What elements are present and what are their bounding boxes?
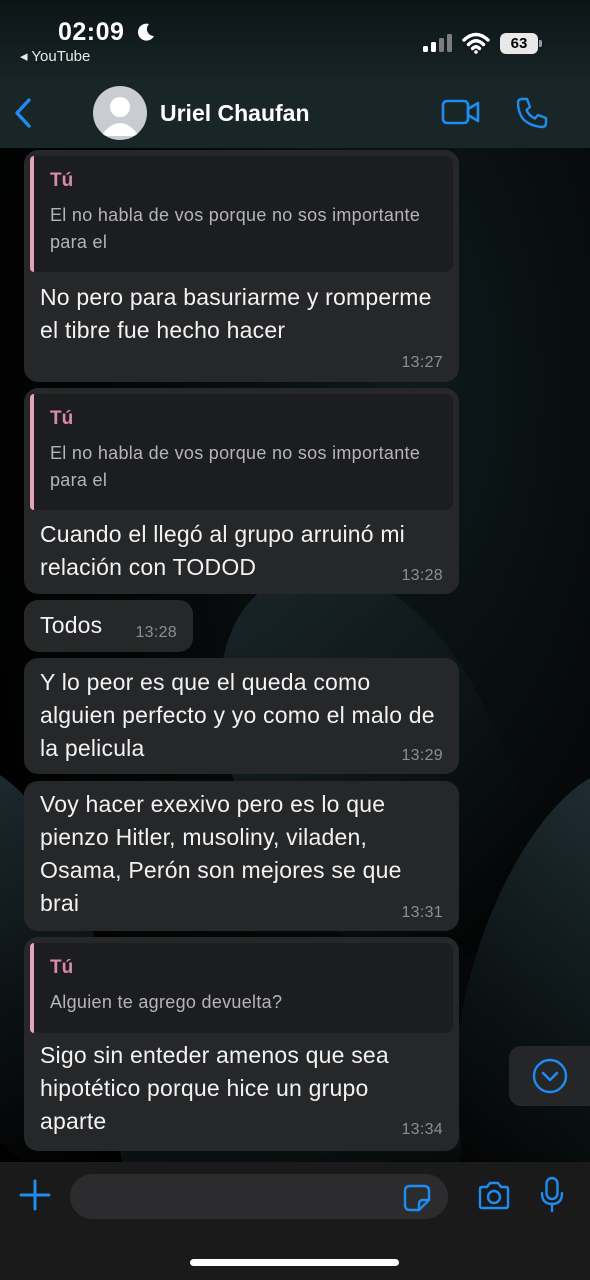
message-time: 13:28 [135,624,177,641]
person-silhouette-icon [101,97,139,136]
microphone-icon[interactable] [539,1176,565,1214]
message-bubble[interactable]: Tú Alguien te agrego devuelta? Sigo sin … [24,937,459,1151]
message-bubble[interactable]: Tú El no habla de vos porque no sos impo… [24,150,459,382]
quoted-text: Alguien te agrego devuelta? [50,992,283,1012]
status-bar: 02:09 ◂ YouTube 63 [0,0,590,80]
chevron-down-circle-icon [532,1058,568,1094]
message-text: Voy hacer exexivo pero es lo que pienzo … [40,791,402,916]
camera-icon[interactable] [476,1180,512,1212]
moon-icon [137,23,154,41]
quoted-reply[interactable]: Tú Alguien te agrego devuelta? [30,943,453,1033]
quoted-author: Tú [50,408,74,429]
message-time: 13:34 [401,1121,443,1138]
contact-avatar[interactable] [93,86,147,140]
message-time: 13:29 [401,747,443,764]
message-text: Sigo sin enteder amenos que sea hipotéti… [40,1042,389,1134]
sticker-icon[interactable] [402,1183,432,1213]
message-bubble[interactable]: Todos 13:28 [24,600,193,652]
quoted-text: El no habla de vos porque no sos importa… [50,205,421,252]
message-text: No pero para basuriarme y romperme el ti… [40,284,432,343]
message-text: Todos [40,612,103,638]
quoted-author: Tú [50,957,74,978]
battery-indicator: 63 [500,33,542,54]
message-text: Y lo peor es que el queda como alguien p… [40,669,435,761]
quoted-reply[interactable]: Tú El no habla de vos porque no sos impo… [30,156,453,272]
quoted-author: Tú [50,170,74,191]
message-time: 13:27 [401,354,443,371]
back-to-app-link[interactable]: ◂ YouTube [20,47,90,65]
wifi-icon [462,32,490,54]
message-text: Cuando el llegó al grupo arruinó mi rela… [40,521,405,580]
video-camera-icon[interactable] [441,98,481,126]
quoted-reply[interactable]: Tú El no habla de vos porque no sos impo… [30,394,453,510]
scroll-to-bottom-button[interactable] [509,1046,590,1106]
phone-icon[interactable] [515,96,549,130]
message-input[interactable] [70,1174,448,1219]
back-chevron-icon[interactable] [10,94,38,132]
message-bubble[interactable]: Voy hacer exexivo pero es lo que pienzo … [24,781,459,931]
contact-name[interactable]: Uriel Chaufan [160,100,310,127]
plus-icon[interactable] [18,1178,52,1212]
home-indicator[interactable] [190,1259,399,1266]
chat-header: Uriel Chaufan [0,80,590,148]
message-time: 13:31 [401,904,443,921]
message-time: 13:28 [401,567,443,584]
composer-bar [0,1162,590,1280]
message-bubble[interactable]: Y lo peor es que el queda como alguien p… [24,658,459,774]
cellular-signal-icon [423,34,453,52]
quoted-text: El no habla de vos porque no sos importa… [50,443,421,490]
status-time: 02:09 [58,18,125,46]
message-bubble[interactable]: Tú El no habla de vos porque no sos impo… [24,388,459,594]
